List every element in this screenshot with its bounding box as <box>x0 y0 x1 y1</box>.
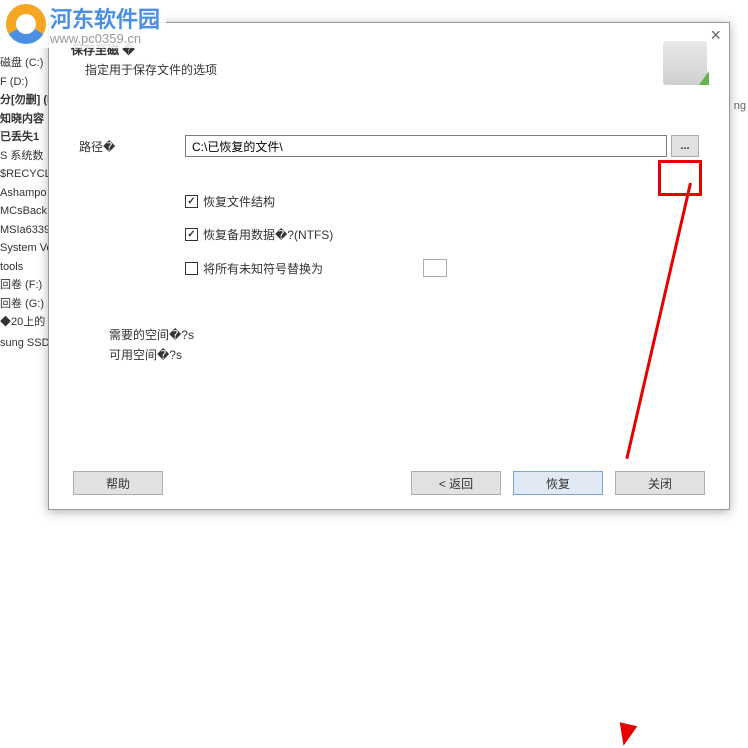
sidebar-item[interactable]: 知晓内容 <box>0 110 48 129</box>
checkbox-label: 恢复备用数据�?(NTFS) <box>203 226 333 243</box>
checkbox-label: 恢复文件结构 <box>203 193 275 210</box>
dialog-footer: 帮助 < 返回 恢复 关闭 <box>49 457 729 509</box>
disk-save-icon <box>663 41 707 85</box>
sidebar-item[interactable]: System Vo <box>0 239 48 258</box>
checkbox-icon[interactable] <box>185 228 198 241</box>
path-input[interactable] <box>185 135 667 157</box>
restore-structure-checkbox[interactable]: 恢复文件结构 <box>185 193 699 210</box>
checkbox-label: 将所有未知符号替换为 <box>203 260 323 277</box>
recover-button[interactable]: 恢复 <box>513 471 603 495</box>
sidebar-item[interactable]: 已丢失1 <box>0 128 48 147</box>
sidebar-item[interactable]: ◆20上的 <box>0 313 48 332</box>
watermark-logo-icon <box>6 4 46 44</box>
sidebar-item[interactable]: 回卷 (F:) <box>0 276 48 295</box>
sidebar-item[interactable]: S 系统数 <box>0 147 48 166</box>
sidebar-item[interactable]: 磁盘 (C:) <box>0 54 48 73</box>
checkbox-icon[interactable] <box>185 195 198 208</box>
close-icon[interactable]: × <box>710 25 721 46</box>
sidebar-item[interactable]: F (D:) <box>0 73 48 92</box>
space-needed-label: 需要的空间�?s <box>109 325 699 345</box>
space-available-label: 可用空间�?s <box>109 345 699 365</box>
sidebar-item[interactable]: MCsBack <box>0 202 48 221</box>
sidebar-item[interactable]: 回卷 (G:) <box>0 295 48 314</box>
sidebar-item[interactable]: 分[勿删] (E <box>0 91 48 110</box>
watermark-title: 河东软件园 <box>50 2 160 34</box>
dialog-subtitle: 指定用于保存文件的选项 <box>85 61 217 78</box>
help-button[interactable]: 帮助 <box>73 471 163 495</box>
path-label: 路径� <box>79 138 185 155</box>
close-button[interactable]: 关闭 <box>615 471 705 495</box>
sidebar-item[interactable]: $RECYCL <box>0 165 48 184</box>
watermark: 河东软件园 www.pc0359.cn <box>0 0 166 48</box>
sidebar-item[interactable]: sung SSD 860 EVO 250GB <box>0 334 48 353</box>
bg-text: ng <box>734 100 746 112</box>
sidebar-item[interactable]: tools <box>0 258 48 277</box>
save-dialog: × 保存至磁 � 指定用于保存文件的选项 路径� ... 恢复文件结构 恢复备用… <box>48 22 730 510</box>
checkbox-icon[interactable] <box>185 262 198 275</box>
replace-unknown-checkbox[interactable]: 将所有未知符号替换为 <box>185 259 699 277</box>
replace-char-input[interactable] <box>423 259 447 277</box>
back-button[interactable]: < 返回 <box>411 471 501 495</box>
restore-ntfs-checkbox[interactable]: 恢复备用数据�?(NTFS) <box>185 226 699 243</box>
sidebar: 磁盘 (C:) F (D:) 分[勿删] (E 知晓内容 已丢失1 S 系统数 … <box>0 50 48 520</box>
dialog-body: 路径� ... 恢复文件结构 恢复备用数据�?(NTFS) 将所有未知符号替换为… <box>49 99 729 386</box>
sidebar-item[interactable]: Ashampo <box>0 184 48 203</box>
browse-button[interactable]: ... <box>671 135 699 157</box>
sidebar-item[interactable]: MSIa6339 <box>0 221 48 240</box>
